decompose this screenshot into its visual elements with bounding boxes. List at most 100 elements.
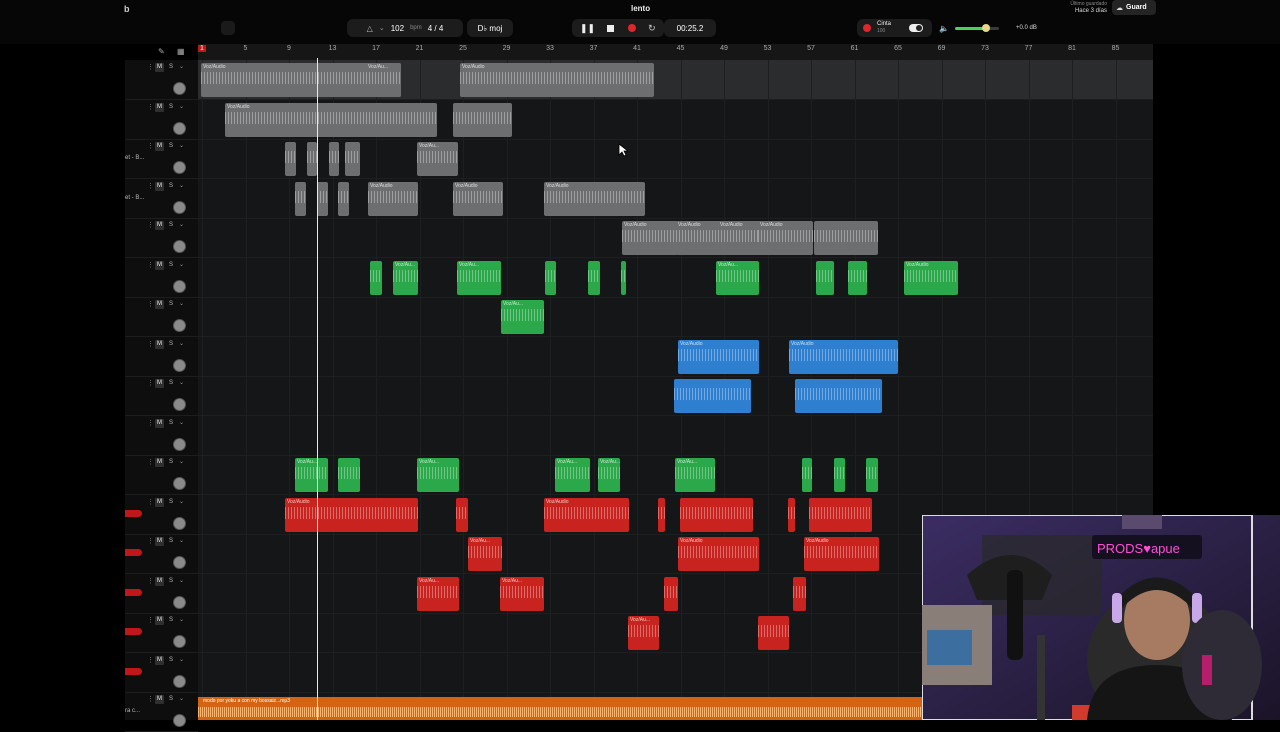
- audio-clip[interactable]: [809, 497, 872, 532]
- audio-clip[interactable]: Voz/Audio: [544, 497, 629, 532]
- pause-icon[interactable]: ❚❚: [580, 23, 595, 34]
- solo-button[interactable]: S: [167, 537, 175, 546]
- audio-clip[interactable]: Voz/Au...: [417, 458, 459, 492]
- ruler-marker[interactable]: 17: [372, 45, 380, 52]
- track-header[interactable]: ⋮ M S ⌄: [125, 534, 198, 574]
- audio-clip[interactable]: Voz/Au...: [417, 576, 459, 611]
- track-menu-icon[interactable]: ⋮: [147, 695, 154, 704]
- audio-clip[interactable]: Voz/Audio: [678, 339, 759, 374]
- ruler-marker[interactable]: 69: [938, 45, 946, 52]
- ruler-marker[interactable]: 45: [677, 45, 685, 52]
- mute-button[interactable]: M: [155, 102, 164, 112]
- tape-icon[interactable]: [863, 24, 871, 32]
- track-menu-icon[interactable]: ⋮: [147, 379, 154, 388]
- audio-clip[interactable]: [834, 458, 845, 492]
- track-menu-icon[interactable]: ⋮: [147, 340, 154, 349]
- timeline-ruler[interactable]: 1 5 9 13 17 21 25 29 33 37 41 45 49 53 57 61 65 69 73 77 81 8…: [198, 44, 1153, 61]
- record-icon[interactable]: [628, 24, 637, 32]
- volume-knob[interactable]: [173, 319, 186, 332]
- audio-clip[interactable]: [295, 181, 306, 216]
- track-lane[interactable]: [198, 416, 1153, 456]
- audio-clip[interactable]: [285, 142, 296, 176]
- solo-button[interactable]: S: [167, 340, 175, 349]
- ruler-marker[interactable]: 81: [1068, 45, 1076, 52]
- solo-button[interactable]: S: [167, 261, 175, 270]
- chevron-down-icon[interactable]: ⌄: [179, 379, 187, 388]
- track-header[interactable]: ⋮ M S ⌄: [125, 455, 198, 495]
- audio-clip[interactable]: Voz/Au...: [675, 458, 715, 492]
- track-header[interactable]: ⋮ M S ⌄: [125, 495, 198, 535]
- solo-button[interactable]: S: [167, 221, 175, 230]
- ruler-marker[interactable]: 49: [720, 45, 728, 52]
- ruler-marker[interactable]: 61: [851, 45, 859, 52]
- audio-clip[interactable]: Voz/Au...: [417, 142, 458, 176]
- volume-knob[interactable]: [173, 240, 186, 253]
- solo-button[interactable]: S: [167, 142, 175, 151]
- track-menu-icon[interactable]: ⋮: [147, 537, 154, 546]
- stop-icon[interactable]: [607, 24, 615, 32]
- audio-clip[interactable]: [758, 616, 789, 650]
- audio-clip[interactable]: [338, 458, 360, 492]
- menu-button[interactable]: b: [124, 4, 130, 14]
- track-menu-icon[interactable]: ⋮: [147, 103, 154, 112]
- audio-clip[interactable]: Voz/Audio: [904, 260, 958, 295]
- track-header[interactable]: ⋮ M S ⌄: [125, 337, 198, 377]
- mute-button[interactable]: M: [155, 63, 164, 72]
- volume-knob[interactable]: [173, 121, 186, 135]
- track-header[interactable]: ⋮ M S ⌄: [125, 258, 198, 298]
- bpm-value[interactable]: 102: [391, 24, 404, 33]
- pencil-icon[interactable]: ✎: [158, 47, 165, 56]
- chevron-down-icon[interactable]: ⌄: [179, 656, 187, 665]
- volume-knob[interactable]: [173, 200, 186, 214]
- ruler-marker[interactable]: 85: [1112, 45, 1120, 52]
- mute-button[interactable]: M: [155, 339, 164, 349]
- track-header[interactable]: ⋮ M S ⌄ et - B...: [125, 179, 198, 219]
- audio-clip[interactable]: Voz/Audio: [804, 537, 879, 571]
- audio-clip[interactable]: [788, 497, 795, 532]
- track-menu-icon[interactable]: ⋮: [147, 498, 154, 507]
- volume-knob[interactable]: [173, 516, 186, 530]
- volume-knob[interactable]: [173, 279, 186, 293]
- audio-clip[interactable]: Voz/Audio: [758, 221, 813, 255]
- ruler-marker[interactable]: 73: [981, 45, 989, 52]
- audio-clip[interactable]: Voz/Audio: [789, 339, 898, 374]
- volume-slider[interactable]: [955, 24, 999, 32]
- chevron-down-icon[interactable]: ⌄: [179, 142, 187, 151]
- audio-clip[interactable]: Voz/Au...: [468, 537, 502, 571]
- audio-clip[interactable]: Voz/Audio: [225, 102, 437, 137]
- solo-button[interactable]: S: [167, 103, 175, 112]
- mute-button[interactable]: M: [155, 576, 164, 586]
- solo-button[interactable]: S: [167, 379, 175, 388]
- audio-clip[interactable]: [370, 260, 382, 295]
- audio-clip[interactable]: [453, 102, 512, 137]
- mute-button[interactable]: M: [155, 181, 164, 191]
- mute-button[interactable]: M: [155, 655, 164, 665]
- audio-clip[interactable]: Voz/Au...: [555, 458, 590, 492]
- audio-clip[interactable]: Voz/Audio: [678, 537, 759, 571]
- ruler-marker[interactable]: 1: [198, 45, 206, 52]
- volume-thumb[interactable]: [981, 24, 990, 32]
- volume-knob[interactable]: [173, 398, 186, 411]
- track-lane[interactable]: [198, 139, 1153, 179]
- audio-clip[interactable]: [338, 181, 349, 216]
- track-menu-icon[interactable]: ⋮: [147, 142, 154, 151]
- solo-button[interactable]: S: [167, 577, 175, 586]
- audio-clip[interactable]: Voz/Audio: [285, 497, 418, 532]
- volume-knob[interactable]: [173, 161, 186, 174]
- audio-clip[interactable]: [795, 379, 882, 413]
- track-header[interactable]: ⋮ M S ⌄: [125, 376, 198, 416]
- solo-button[interactable]: S: [167, 182, 175, 191]
- ruler-marker[interactable]: 13: [329, 45, 337, 52]
- record-tag[interactable]: [125, 667, 142, 675]
- track-header[interactable]: ⋮ M S ⌄: [125, 653, 198, 693]
- audio-clip[interactable]: Voz/Audio: [368, 181, 418, 216]
- chevron-down-icon[interactable]: ⌄: [179, 537, 187, 546]
- ruler-marker[interactable]: 5: [244, 45, 248, 52]
- chevron-down-icon[interactable]: ⌄: [179, 419, 187, 428]
- track-menu-icon[interactable]: ⋮: [147, 63, 154, 72]
- track-header[interactable]: ⋮ M S ⌄ ra c...: [125, 692, 198, 732]
- chevron-down-icon[interactable]: ⌄: [379, 24, 385, 32]
- audio-clip[interactable]: Voz/Au...: [628, 616, 659, 650]
- metronome-icon[interactable]: △: [367, 24, 373, 33]
- chevron-down-icon[interactable]: ⌄: [179, 695, 187, 704]
